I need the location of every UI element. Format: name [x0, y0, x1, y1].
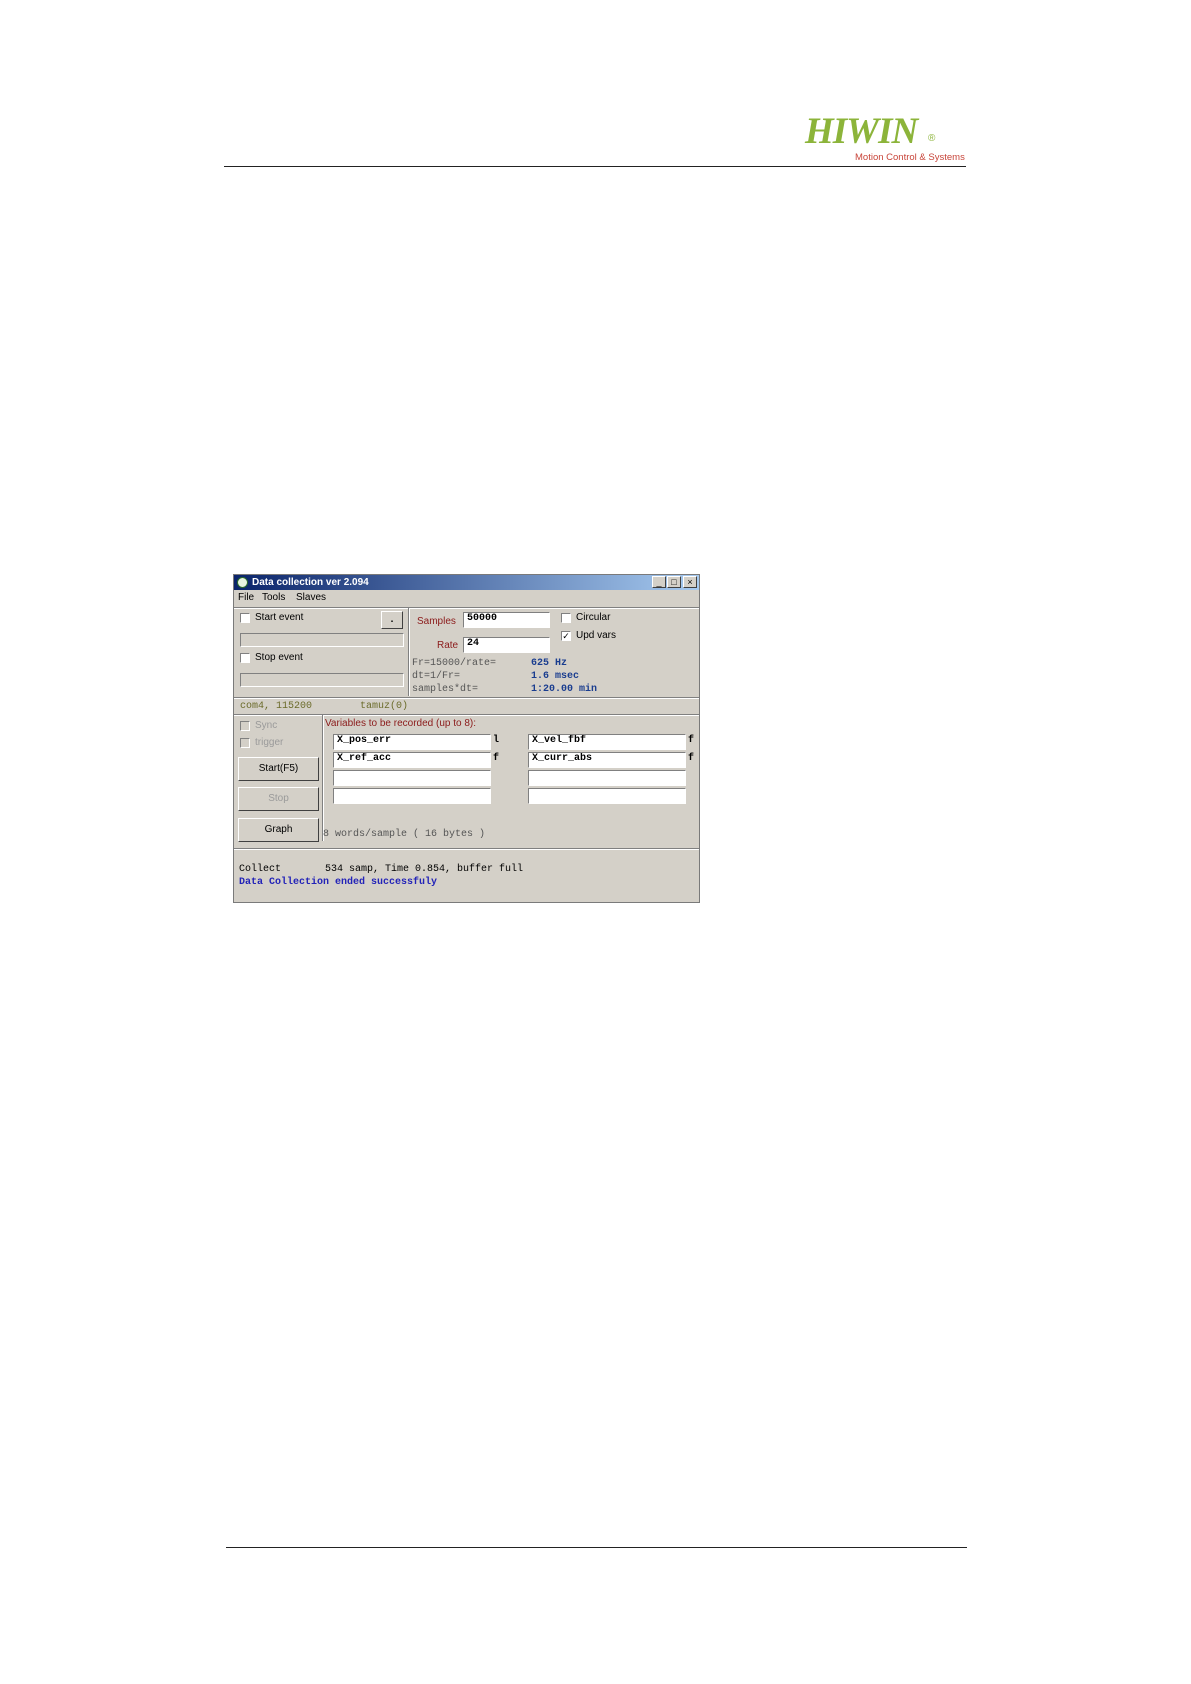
connection-divider-bottom	[234, 714, 699, 716]
variable-field[interactable]: X_curr_abs	[528, 752, 686, 768]
circular-checkbox[interactable]	[561, 613, 571, 623]
calc-expr-dt: dt=1/Fr=	[412, 671, 461, 682]
sync-label: Sync	[255, 720, 278, 731]
variable-field[interactable]	[333, 770, 491, 786]
status-divider	[234, 848, 699, 850]
calc-expr-freq: Fr=15000/rate=	[412, 658, 497, 669]
calc-value-freq: 625 Hz	[531, 658, 568, 669]
stop-event-checkbox[interactable]	[240, 653, 250, 663]
status-collect-value: 534 samp, Time 0.854, buffer full	[325, 864, 524, 875]
variable-type: f	[688, 753, 695, 764]
checkmark-icon: ✓	[562, 631, 570, 641]
circular-label: Circular	[576, 612, 611, 623]
samples-label: Samples	[417, 616, 456, 627]
stop-event-label: Stop event	[255, 652, 303, 663]
close-button[interactable]: ×	[683, 576, 697, 588]
sync-checkbox[interactable]	[240, 721, 250, 731]
menu-divider	[234, 607, 699, 609]
title-bar: Data collection ver 2.094 _ □ ×	[234, 575, 699, 590]
trigger-checkbox[interactable]	[240, 738, 250, 748]
logo-tagline: Motion Control & Systems	[855, 152, 965, 163]
variable-field[interactable]: X_vel_fbf	[528, 734, 686, 750]
start-event-field	[240, 633, 404, 647]
variable-field[interactable]: X_ref_acc	[333, 752, 491, 768]
panel-divider	[408, 608, 410, 696]
start-button[interactable]: Start(F5)	[238, 757, 319, 781]
minimize-button[interactable]: _	[652, 576, 666, 588]
menu-tools[interactable]: Tools	[262, 592, 285, 604]
menu-file[interactable]: File	[238, 592, 254, 604]
calc-expr-duration: samples*dt=	[412, 684, 479, 695]
app-icon	[237, 577, 248, 588]
stop-event-field	[240, 673, 404, 687]
variable-type: l	[493, 735, 500, 746]
connection-port: com4, 115200	[240, 701, 313, 712]
controls-divider	[322, 715, 324, 841]
start-event-picker-button[interactable]: .	[381, 611, 403, 629]
rate-input[interactable]: 24	[463, 637, 550, 653]
calc-value-duration: 1:20.00 min	[531, 684, 598, 695]
footer-rule	[226, 1547, 967, 1548]
graph-button[interactable]: Graph	[238, 818, 319, 842]
samples-input[interactable]: 50000	[463, 612, 550, 628]
maximize-button[interactable]: □	[667, 576, 681, 588]
logo-wordmark: HIWIN	[805, 111, 918, 152]
variable-field[interactable]	[528, 788, 686, 804]
data-collection-window: Data collection ver 2.094 _ □ × File Too…	[233, 574, 700, 903]
variable-type: f	[688, 735, 695, 746]
variable-field[interactable]: X_pos_err	[333, 734, 491, 750]
variable-field[interactable]	[528, 770, 686, 786]
connection-device: tamuz(0)	[360, 701, 409, 712]
start-event-checkbox[interactable]	[240, 613, 250, 623]
upd-vars-checkbox[interactable]: ✓	[561, 631, 571, 641]
start-event-label: Start event	[255, 612, 304, 623]
variable-type: f	[493, 753, 500, 764]
upd-vars-label: Upd vars	[576, 630, 617, 641]
status-message: Data Collection ended successfuly	[239, 877, 438, 888]
menu-bar: File Tools Slaves	[234, 590, 699, 606]
variables-heading: Variables to be recorded (up to 8):	[325, 718, 477, 729]
connection-divider-top	[234, 697, 699, 699]
stop-button[interactable]: Stop	[238, 787, 319, 811]
rate-label: Rate	[437, 640, 459, 651]
hiwin-logo: HIWIN ® Motion Control & Systems	[805, 112, 965, 168]
registered-mark: ®	[928, 133, 936, 144]
window-title: Data collection ver 2.094	[252, 577, 369, 588]
status-collect-label: Collect	[239, 864, 282, 875]
header-rule	[224, 166, 966, 167]
trigger-label: trigger	[255, 737, 284, 748]
words-per-sample: 8 words/sample ( 16 bytes )	[323, 829, 486, 840]
calc-value-dt: 1.6 msec	[531, 671, 580, 682]
variable-field[interactable]	[333, 788, 491, 804]
menu-slaves[interactable]: Slaves	[296, 592, 326, 604]
